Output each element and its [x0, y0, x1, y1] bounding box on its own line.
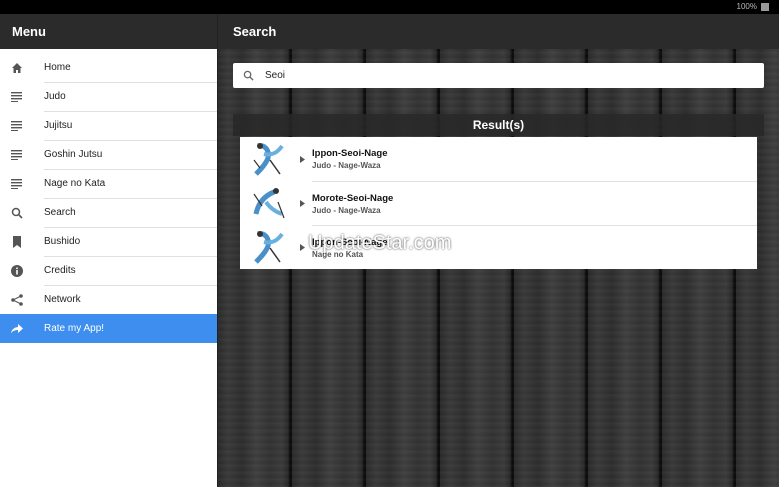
list-icon — [0, 178, 34, 189]
sidebar: Menu Home Judo Jujitsu Goshin Jutsu Nage… — [0, 14, 218, 487]
result-title: Morote-Seoi-Nage — [312, 192, 394, 204]
sidebar-item-goshin-jutsu[interactable]: Goshin Jutsu — [0, 140, 217, 170]
sidebar-title: Menu — [0, 14, 217, 49]
sidebar-item-label: Search — [44, 198, 217, 228]
result-text: Morote-Seoi-Nage Judo - Nage-Waza — [312, 180, 757, 226]
result-subtitle: Judo - Nage-Waza — [312, 161, 381, 170]
sidebar-item-label: Goshin Jutsu — [44, 140, 217, 170]
result-text: Ippon-Seoi-Nage Judo - Nage-Waza — [312, 137, 757, 181]
result-title: Ippon-Seoi-Nage — [312, 148, 388, 159]
sidebar-item-search[interactable]: Search — [0, 198, 217, 228]
sidebar-item-jujitsu[interactable]: Jujitsu — [0, 111, 217, 141]
caret-right-icon — [300, 238, 306, 256]
search-bar[interactable] — [233, 63, 764, 88]
sidebar-item-label: Home — [44, 53, 217, 83]
judo-throw-thumbnail — [250, 140, 286, 178]
sidebar-item-credits[interactable]: Credits — [0, 256, 217, 286]
caret-right-icon — [300, 150, 306, 168]
list-icon — [0, 120, 34, 131]
search-input[interactable] — [263, 69, 747, 82]
result-item[interactable]: Ippon-Seoi-Nage Judo - Nage-Waza — [240, 137, 757, 181]
status-bar: 100% — [0, 0, 779, 14]
sidebar-item-rate-my-app[interactable]: Rate my App! — [0, 314, 217, 343]
sidebar-item-network[interactable]: Network — [0, 285, 217, 315]
sidebar-item-label: Rate my App! — [44, 323, 105, 334]
battery-text: 100% — [736, 2, 757, 11]
battery-icon — [761, 3, 769, 11]
sidebar-item-label: Jujitsu — [44, 111, 217, 141]
caret-right-icon — [300, 194, 306, 212]
search-icon — [233, 70, 263, 81]
forward-icon — [0, 323, 34, 334]
list-icon — [0, 149, 34, 160]
judo-throw-thumbnail — [250, 228, 286, 266]
main-panel: Search Result(s) Ippon-Seoi-Nage Judo - … — [218, 14, 779, 487]
sidebar-item-label: Nage no Kata — [44, 169, 217, 199]
results-heading: Result(s) — [233, 114, 764, 136]
info-icon — [0, 264, 34, 277]
sidebar-item-label: Network — [44, 285, 217, 315]
result-item[interactable]: Morote-Seoi-Nage Judo - Nage-Waza — [240, 180, 757, 226]
sidebar-item-label: Credits — [44, 256, 217, 286]
menu-list: Home Judo Jujitsu Goshin Jutsu Nage no K… — [0, 53, 217, 343]
search-icon — [0, 207, 34, 219]
sidebar-item-label: Judo — [44, 82, 217, 112]
sidebar-item-nage-no-kata[interactable]: Nage no Kata — [0, 169, 217, 199]
bookmark-icon — [0, 235, 34, 248]
result-subtitle: Judo - Nage-Waza — [312, 205, 381, 215]
list-icon — [0, 91, 34, 102]
sidebar-item-judo[interactable]: Judo — [0, 82, 217, 112]
home-icon — [0, 62, 34, 74]
sidebar-item-bushido[interactable]: Bushido — [0, 227, 217, 257]
judo-throw-thumbnail — [250, 184, 286, 222]
sidebar-item-label: Bushido — [44, 227, 217, 257]
watermark: UpdateStar.com — [308, 232, 452, 254]
page-title: Search — [218, 14, 779, 49]
sidebar-item-home[interactable]: Home — [0, 53, 217, 83]
share-icon — [0, 293, 34, 306]
